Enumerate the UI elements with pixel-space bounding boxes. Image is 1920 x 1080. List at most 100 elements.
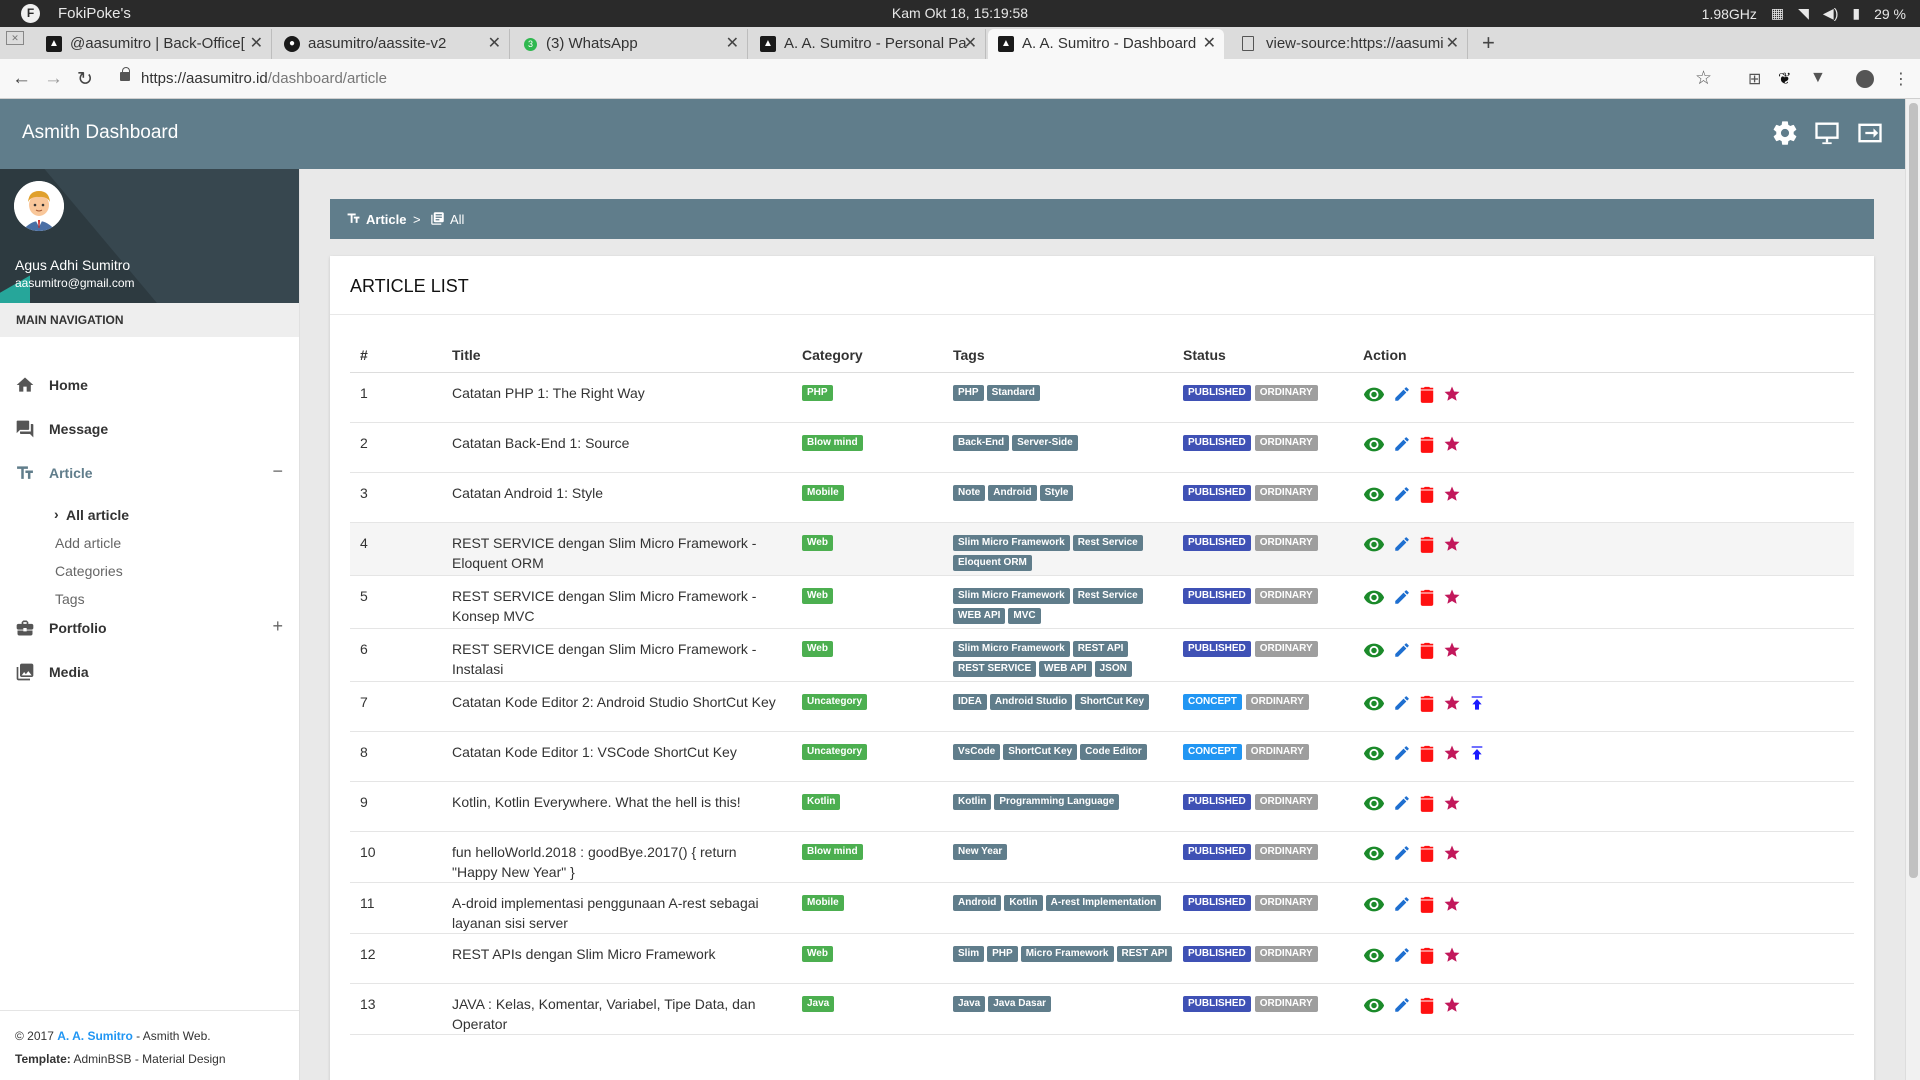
url-field[interactable]: https://aasumitro.id/dashboard/article ☆ bbox=[108, 65, 1722, 93]
tag-badge[interactable]: Code Editor bbox=[1080, 743, 1147, 760]
feature-star-icon[interactable] bbox=[1443, 535, 1461, 553]
view-eye-icon[interactable] bbox=[1363, 695, 1385, 711]
tag-badge[interactable]: Note bbox=[953, 484, 986, 501]
table-row[interactable]: 13 JAVA : Kelas, Komentar, Variabel, Tipe… bbox=[350, 983, 1854, 1035]
view-eye-icon[interactable] bbox=[1363, 486, 1385, 502]
delete-trash-icon[interactable] bbox=[1419, 895, 1435, 913]
reload-icon[interactable]: ↻ bbox=[77, 68, 93, 91]
delete-trash-icon[interactable] bbox=[1419, 485, 1435, 503]
edit-pencil-icon[interactable] bbox=[1393, 946, 1411, 964]
delete-trash-icon[interactable] bbox=[1419, 435, 1435, 453]
view-eye-icon[interactable] bbox=[1363, 386, 1385, 402]
category-badge[interactable]: Uncategory bbox=[802, 693, 868, 710]
settings-gear-icon[interactable] bbox=[1771, 119, 1799, 147]
tag-badge[interactable]: Slim bbox=[953, 945, 985, 962]
feature-star-icon[interactable] bbox=[1443, 385, 1461, 403]
author-link[interactable]: A. A. Sumitro bbox=[57, 1029, 133, 1043]
edit-pencil-icon[interactable] bbox=[1393, 744, 1411, 762]
tag-badge[interactable]: Programming Language bbox=[994, 793, 1120, 810]
tag-badge[interactable]: Standard bbox=[986, 384, 1040, 401]
sidebar-item-home[interactable]: Home bbox=[0, 363, 299, 407]
tab-close-icon[interactable]: ✕ bbox=[488, 29, 501, 59]
browser-tab[interactable]: ▲ A. A. Sumitro - Personal Pa ✕ bbox=[750, 29, 986, 59]
category-badge[interactable]: Mobile bbox=[802, 894, 844, 911]
tag-badge[interactable]: A-rest Implementation bbox=[1045, 894, 1162, 911]
extension-icon[interactable]: ❦ bbox=[1778, 69, 1791, 89]
wifi-icon[interactable]: ◥ bbox=[1798, 5, 1809, 22]
tab-close-icon[interactable]: ✕ bbox=[250, 29, 263, 59]
category-badge[interactable]: Web bbox=[802, 945, 833, 962]
feature-star-icon[interactable] bbox=[1443, 744, 1461, 762]
table-row[interactable]: 3 Catatan Android 1: Style Mobile Note Andro… bbox=[350, 472, 1854, 523]
collapse-toggle-icon[interactable]: − bbox=[272, 461, 283, 482]
edit-pencil-icon[interactable] bbox=[1393, 435, 1411, 453]
publish-upload-icon[interactable] bbox=[1469, 694, 1485, 712]
column-header[interactable]: Tags bbox=[953, 332, 1183, 373]
translate-extension-icon[interactable]: ⊞ bbox=[1748, 69, 1761, 89]
view-eye-icon[interactable] bbox=[1363, 536, 1385, 552]
tag-badge[interactable]: ShortCut Key bbox=[1003, 743, 1078, 760]
delete-trash-icon[interactable] bbox=[1419, 946, 1435, 964]
column-header[interactable]: Title bbox=[452, 332, 802, 373]
feature-star-icon[interactable] bbox=[1443, 996, 1461, 1014]
category-badge[interactable]: Web bbox=[802, 587, 833, 604]
category-badge[interactable]: Web bbox=[802, 534, 833, 551]
view-eye-icon[interactable] bbox=[1363, 845, 1385, 861]
tag-badge[interactable]: Android bbox=[988, 484, 1037, 501]
delete-trash-icon[interactable] bbox=[1419, 385, 1435, 403]
feature-star-icon[interactable] bbox=[1443, 844, 1461, 862]
sidebar-item-message[interactable]: Message bbox=[0, 407, 299, 451]
tag-badge[interactable]: REST API bbox=[1116, 945, 1173, 962]
scrollbar-thumb[interactable] bbox=[1909, 103, 1918, 878]
tag-badge[interactable]: Slim Micro Framework bbox=[953, 534, 1070, 551]
profile-avatar[interactable] bbox=[1856, 70, 1874, 88]
table-row[interactable]: 7 Catatan Kode Editor 2: Android Studio S… bbox=[350, 681, 1854, 732]
monitor-icon[interactable] bbox=[1813, 119, 1841, 147]
tag-badge[interactable]: MVC bbox=[1008, 607, 1041, 624]
tab-close-icon[interactable]: ✕ bbox=[1446, 29, 1459, 59]
feature-star-icon[interactable] bbox=[1443, 641, 1461, 659]
tag-badge[interactable]: IDEA bbox=[953, 693, 987, 710]
category-badge[interactable]: Mobile bbox=[802, 484, 844, 501]
edit-pencil-icon[interactable] bbox=[1393, 485, 1411, 503]
tag-badge[interactable]: Kotlin bbox=[1004, 894, 1043, 911]
system-clock[interactable]: Kam Okt 18, 15:19:58 bbox=[0, 5, 1920, 21]
view-eye-icon[interactable] bbox=[1363, 896, 1385, 912]
tag-badge[interactable]: Rest Service bbox=[1072, 534, 1143, 551]
tag-badge[interactable]: Micro Framework bbox=[1020, 945, 1114, 962]
edit-pencil-icon[interactable] bbox=[1393, 694, 1411, 712]
view-eye-icon[interactable] bbox=[1363, 947, 1385, 963]
browser-tab[interactable]: ● aasumitro/aassite-v2 ✕ bbox=[274, 29, 510, 59]
delete-trash-icon[interactable] bbox=[1419, 744, 1435, 762]
category-badge[interactable]: Java bbox=[802, 995, 835, 1012]
tag-badge[interactable]: Slim Micro Framework bbox=[953, 587, 1070, 604]
category-badge[interactable]: Kotlin bbox=[802, 793, 841, 810]
table-row[interactable]: 2 Catatan Back-End 1: Source Blow mind Back… bbox=[350, 422, 1854, 473]
feature-star-icon[interactable] bbox=[1443, 694, 1461, 712]
delete-trash-icon[interactable] bbox=[1419, 694, 1435, 712]
browser-tab[interactable]: view-source:https://aasumi ✕ bbox=[1232, 29, 1468, 59]
tag-badge[interactable]: WEB API bbox=[1039, 660, 1092, 677]
browser-menu-icon[interactable]: ⋮ bbox=[1893, 69, 1909, 89]
feature-star-icon[interactable] bbox=[1443, 895, 1461, 913]
view-eye-icon[interactable] bbox=[1363, 795, 1385, 811]
bookmark-star-icon[interactable]: ☆ bbox=[1695, 67, 1712, 90]
view-eye-icon[interactable] bbox=[1363, 642, 1385, 658]
tag-badge[interactable]: Kotlin bbox=[953, 793, 992, 810]
browser-tab[interactable]: ▲ @aasumitro | Back-Office[ ✕ bbox=[36, 29, 272, 59]
sidebar-item-media[interactable]: Media bbox=[0, 650, 299, 694]
tag-badge[interactable]: REST SERVICE bbox=[953, 660, 1037, 677]
edit-pencil-icon[interactable] bbox=[1393, 895, 1411, 913]
category-badge[interactable]: Blow mind bbox=[802, 434, 863, 451]
feature-star-icon[interactable] bbox=[1443, 485, 1461, 503]
column-header[interactable]: # bbox=[350, 332, 452, 373]
tag-badge[interactable]: Style bbox=[1039, 484, 1074, 501]
expand-toggle-icon[interactable]: + bbox=[272, 616, 283, 637]
delete-trash-icon[interactable] bbox=[1419, 844, 1435, 862]
tag-badge[interactable]: REST API bbox=[1072, 640, 1129, 657]
sidebar-subitem-add-article[interactable]: Add article bbox=[55, 535, 121, 551]
column-header[interactable]: Status bbox=[1183, 332, 1363, 373]
table-row[interactable]: 9 Kotlin, Kotlin Everywhere. What the hel… bbox=[350, 781, 1854, 832]
delete-trash-icon[interactable] bbox=[1419, 641, 1435, 659]
delete-trash-icon[interactable] bbox=[1419, 794, 1435, 812]
